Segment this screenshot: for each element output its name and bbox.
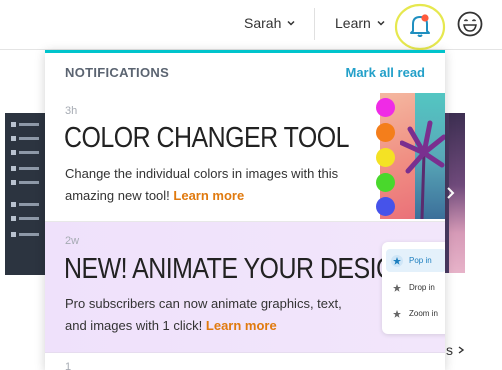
star-icon bbox=[393, 309, 401, 318]
notification-text: Pro subscribers can now animate graphics… bbox=[65, 296, 342, 333]
notifications-bell-icon[interactable] bbox=[392, 0, 450, 50]
learn-menu[interactable]: Learn bbox=[335, 15, 385, 31]
chevron-down-icon bbox=[287, 20, 295, 26]
user-menu[interactable]: Sarah bbox=[244, 15, 295, 31]
notification-body: Change the individual colors in images w… bbox=[65, 163, 365, 207]
animation-option: Drop in bbox=[386, 276, 445, 299]
editor-preview-thumbnail bbox=[5, 113, 47, 275]
color-swatch bbox=[376, 148, 395, 167]
notification-title: COLOR CHANGER TOOL bbox=[64, 122, 349, 154]
color-swatch bbox=[376, 123, 395, 142]
editor-menu-item bbox=[11, 201, 41, 207]
notifications-panel: NOTIFICATIONS Mark all read 3h COLOR CHA… bbox=[45, 50, 445, 370]
notification-time: 3h bbox=[65, 105, 78, 117]
chevron-down-icon bbox=[377, 20, 385, 26]
notification-time: 1 bbox=[65, 361, 72, 370]
editor-menu-item bbox=[11, 149, 41, 155]
learn-label: Learn bbox=[335, 15, 371, 31]
animation-option-label: Zoom in bbox=[409, 309, 438, 318]
chevron-right-icon bbox=[458, 346, 465, 354]
notifications-header: NOTIFICATIONS Mark all read bbox=[45, 50, 445, 90]
top-nav-bar: Sarah Learn bbox=[0, 0, 502, 50]
nav-divider bbox=[314, 8, 315, 40]
background-link[interactable]: s bbox=[446, 342, 465, 358]
user-name: Sarah bbox=[244, 15, 282, 31]
animation-options-preview: Pop in Drop in Zoom in bbox=[382, 242, 445, 334]
editor-menu-item bbox=[11, 179, 41, 185]
background-link-text: s bbox=[446, 342, 453, 358]
notification-body: Pro subscribers can now animate graphics… bbox=[65, 293, 365, 337]
notification-item[interactable]: 1 bbox=[45, 353, 445, 370]
mark-all-read-button[interactable]: Mark all read bbox=[346, 65, 426, 80]
notifications-title: NOTIFICATIONS bbox=[65, 65, 170, 80]
feedback-smiley-icon[interactable] bbox=[456, 10, 484, 38]
notification-title: NEW! ANIMATE YOUR DESIGNS bbox=[64, 253, 429, 285]
editor-menu-item bbox=[11, 231, 41, 237]
notification-item[interactable]: 2w NEW! ANIMATE YOUR DESIGNS Pro subscri… bbox=[45, 222, 445, 353]
animation-option: Zoom in bbox=[386, 302, 445, 325]
animation-option-label: Drop in bbox=[409, 283, 435, 292]
palm-tree-graphic bbox=[400, 120, 445, 219]
editor-menu-item bbox=[11, 215, 41, 221]
color-changer-preview-image bbox=[360, 93, 445, 219]
star-icon bbox=[391, 254, 403, 267]
editor-menu-item bbox=[11, 135, 41, 141]
color-swatch bbox=[376, 173, 395, 192]
animation-option-label: Pop in bbox=[409, 256, 432, 265]
learn-more-link[interactable]: Learn more bbox=[173, 188, 244, 203]
notification-item[interactable]: 3h COLOR CHANGER TOOL Change the individ… bbox=[45, 90, 445, 222]
star-icon bbox=[393, 283, 401, 292]
color-swatch bbox=[376, 197, 395, 216]
editor-menu-item bbox=[11, 165, 41, 171]
editor-menu-item bbox=[11, 121, 41, 127]
learn-more-link[interactable]: Learn more bbox=[206, 318, 277, 333]
notification-time: 2w bbox=[65, 235, 80, 247]
color-swatch bbox=[376, 98, 395, 117]
chevron-right-icon[interactable] bbox=[443, 186, 457, 200]
animation-option: Pop in bbox=[386, 249, 445, 272]
